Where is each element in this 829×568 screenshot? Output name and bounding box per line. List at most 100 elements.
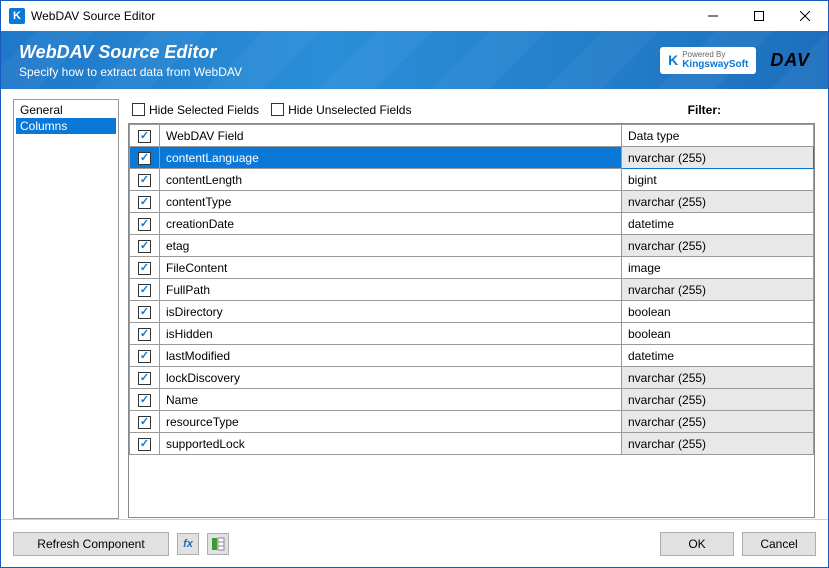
row-checkbox-cell[interactable] [130,301,160,323]
checkbox-icon [138,196,151,209]
table-row[interactable]: contentTypenvarchar (255) [130,191,814,213]
checkbox-icon [138,130,151,143]
field-cell[interactable]: FileContent [160,257,622,279]
row-checkbox-cell[interactable] [130,169,160,191]
row-checkbox-cell[interactable] [130,235,160,257]
field-cell[interactable]: isDirectory [160,301,622,323]
row-checkbox-cell[interactable] [130,345,160,367]
type-cell[interactable]: nvarchar (255) [622,235,814,257]
field-cell[interactable]: creationDate [160,213,622,235]
type-cell[interactable]: bigint [622,169,814,191]
type-cell[interactable]: datetime [622,213,814,235]
row-checkbox-cell[interactable] [130,433,160,455]
table-row[interactable]: Namenvarchar (255) [130,389,814,411]
main-panel: Hide Selected Fields Hide Unselected Fie… [127,99,816,519]
hide-selected-fields-checkbox[interactable]: Hide Selected Fields [132,103,259,117]
table-row[interactable]: creationDatedatetime [130,213,814,235]
header-checkbox-cell[interactable] [130,125,160,147]
type-cell[interactable]: boolean [622,323,814,345]
expression-builder-button[interactable]: fx [177,533,199,555]
ok-button[interactable]: OK [660,532,734,556]
row-checkbox-cell[interactable] [130,323,160,345]
field-cell[interactable]: lockDiscovery [160,367,622,389]
type-cell[interactable]: nvarchar (255) [622,147,814,169]
checkbox-icon [132,103,145,116]
field-cell[interactable]: FullPath [160,279,622,301]
type-cell[interactable]: nvarchar (255) [622,411,814,433]
kingswaysoft-logo: K Powered ByKingswaySoft [660,47,756,74]
table-header-row: WebDAV Field Data type [130,125,814,147]
close-button[interactable] [782,1,828,31]
sidebar-item-general[interactable]: General [16,102,116,118]
field-cell[interactable]: Name [160,389,622,411]
checkbox-icon [138,328,151,341]
table-row[interactable]: lockDiscoverynvarchar (255) [130,367,814,389]
row-checkbox-cell[interactable] [130,191,160,213]
window-title: WebDAV Source Editor [31,9,690,23]
checkbox-icon [138,438,151,451]
field-cell[interactable]: contentLanguage [160,147,622,169]
table-row[interactable]: FullPathnvarchar (255) [130,279,814,301]
footer: Refresh Component fx OK Cancel [1,519,828,567]
banner-title: WebDAV Source Editor [19,42,242,63]
checkbox-icon [138,240,151,253]
fields-table-wrap[interactable]: WebDAV Field Data type contentLanguagenv… [128,124,815,518]
table-row[interactable]: isDirectoryboolean [130,301,814,323]
field-cell[interactable]: lastModified [160,345,622,367]
field-cell[interactable]: contentType [160,191,622,213]
type-cell[interactable]: nvarchar (255) [622,433,814,455]
checkbox-icon [138,394,151,407]
sidebar-item-columns[interactable]: Columns [16,118,116,134]
titlebar: K WebDAV Source Editor [1,1,828,31]
header-type[interactable]: Data type [622,125,814,147]
hide-selected-label: Hide Selected Fields [149,103,259,117]
field-cell[interactable]: etag [160,235,622,257]
banner-subtitle: Specify how to extract data from WebDAV [19,65,242,79]
checkbox-icon [138,416,151,429]
refresh-component-button[interactable]: Refresh Component [13,532,169,556]
type-cell[interactable]: image [622,257,814,279]
type-cell[interactable]: nvarchar (255) [622,279,814,301]
field-cell[interactable]: supportedLock [160,433,622,455]
type-cell[interactable]: nvarchar (255) [622,389,814,411]
filter-label: Filter: [688,103,721,117]
type-cell[interactable]: boolean [622,301,814,323]
columns-toolbar: Hide Selected Fields Hide Unselected Fie… [128,100,815,124]
type-cell[interactable]: datetime [622,345,814,367]
table-row[interactable]: etagnvarchar (255) [130,235,814,257]
row-checkbox-cell[interactable] [130,367,160,389]
row-checkbox-cell[interactable] [130,257,160,279]
table-row[interactable]: contentLanguagenvarchar (255) [130,147,814,169]
row-checkbox-cell[interactable] [130,279,160,301]
row-checkbox-cell[interactable] [130,389,160,411]
row-checkbox-cell[interactable] [130,147,160,169]
hide-unselected-fields-checkbox[interactable]: Hide Unselected Fields [271,103,411,117]
type-cell[interactable]: nvarchar (255) [622,191,814,213]
field-cell[interactable]: contentLength [160,169,622,191]
banner: WebDAV Source Editor Specify how to extr… [1,31,828,89]
checkbox-icon [138,218,151,231]
filter-input[interactable] [737,101,811,119]
field-cell[interactable]: isHidden [160,323,622,345]
table-row[interactable]: resourceTypenvarchar (255) [130,411,814,433]
row-checkbox-cell[interactable] [130,411,160,433]
fx-icon: fx [183,538,193,550]
fields-table: WebDAV Field Data type contentLanguagenv… [129,124,814,455]
maximize-button[interactable] [736,1,782,31]
field-cell[interactable]: resourceType [160,411,622,433]
minimize-button[interactable] [690,1,736,31]
table-row[interactable]: FileContentimage [130,257,814,279]
table-row[interactable]: lastModifieddatetime [130,345,814,367]
checkbox-icon [138,174,151,187]
table-row[interactable]: supportedLocknvarchar (255) [130,433,814,455]
header-field[interactable]: WebDAV Field [160,125,622,147]
type-cell[interactable]: nvarchar (255) [622,367,814,389]
row-checkbox-cell[interactable] [130,213,160,235]
table-row[interactable]: contentLengthbigint [130,169,814,191]
table-row[interactable]: isHiddenboolean [130,323,814,345]
properties-button[interactable] [207,533,229,555]
properties-icon [211,537,225,551]
cancel-button[interactable]: Cancel [742,532,816,556]
window-controls [690,1,828,31]
checkbox-icon [138,372,151,385]
